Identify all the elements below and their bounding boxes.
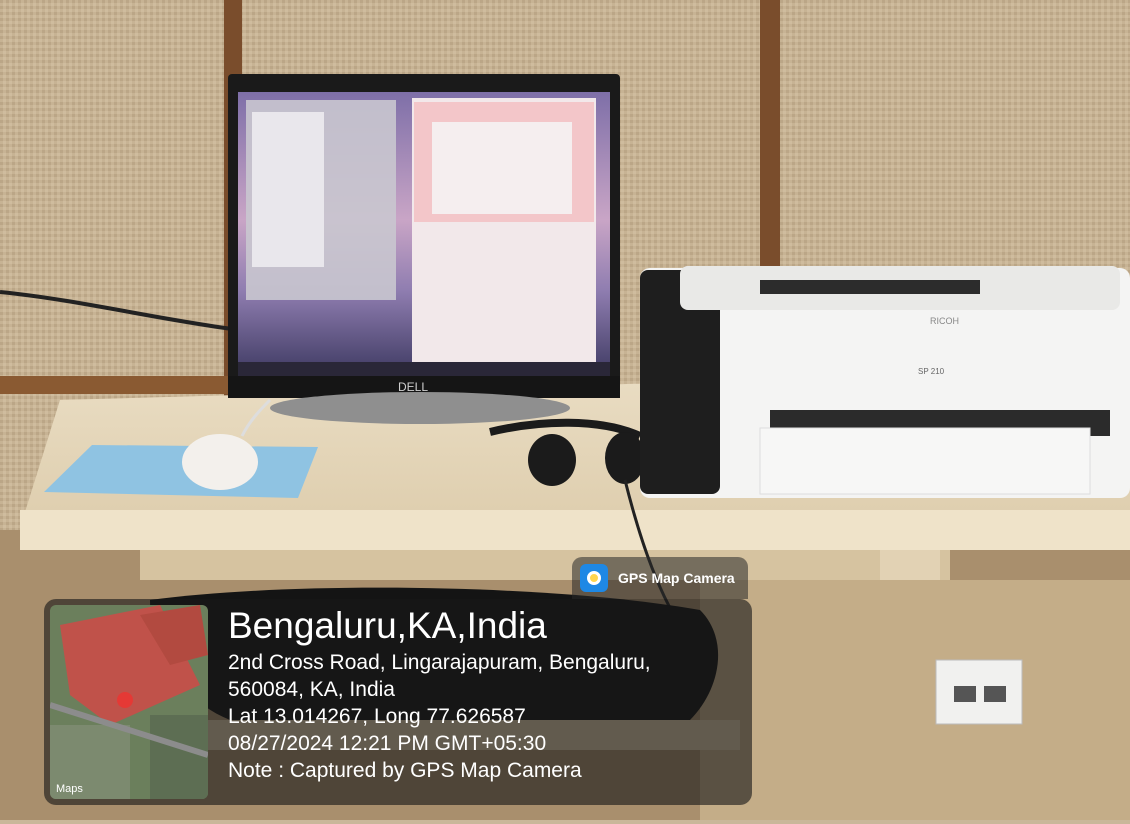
mouse-pad bbox=[44, 445, 318, 498]
map-thumbnail: Maps bbox=[50, 605, 208, 799]
gps-app-name: GPS Map Camera bbox=[618, 570, 735, 586]
monitor-brand: DELL bbox=[398, 380, 428, 394]
coordinates: Lat 13.014267, Long 77.626587 bbox=[228, 705, 526, 728]
headset-ear-right bbox=[605, 432, 645, 484]
mouse bbox=[182, 434, 258, 490]
location-city: Bengaluru,KA,India bbox=[228, 605, 547, 646]
cabinet-back bbox=[700, 580, 1130, 820]
address-line-2: 560084, KA, India bbox=[228, 678, 395, 701]
maps-label: Maps bbox=[56, 783, 83, 795]
gps-info-panel: Maps Bengaluru,KA,India 2nd Cross Road, … bbox=[44, 599, 752, 805]
address-line-1: 2nd Cross Road, Lingarajapuram, Bengalur… bbox=[228, 651, 651, 674]
wall-ledge bbox=[0, 376, 250, 394]
capture-datetime: 08/27/2024 12:21 PM GMT+05:30 bbox=[228, 732, 547, 755]
gps-camera-icon bbox=[580, 564, 608, 592]
capture-note: Note : Captured by GPS Map Camera bbox=[228, 759, 582, 782]
satellite-map-image bbox=[50, 605, 208, 799]
monitor-base bbox=[270, 392, 570, 424]
printer-model: SP 210 bbox=[918, 367, 945, 376]
printer-tray bbox=[759, 427, 1091, 495]
wall-strip-right bbox=[760, 0, 780, 270]
printer-brand: RICOH bbox=[930, 316, 959, 326]
desk-edge bbox=[20, 510, 1130, 550]
screen-taskbar bbox=[238, 362, 610, 376]
gps-app-tag: GPS Map Camera bbox=[572, 557, 748, 599]
gps-text-block: Bengaluru,KA,India 2nd Cross Road, Linga… bbox=[228, 603, 651, 784]
network-jack bbox=[935, 659, 1023, 725]
map-pin-icon bbox=[117, 692, 133, 708]
headset-ear-left bbox=[528, 434, 576, 486]
